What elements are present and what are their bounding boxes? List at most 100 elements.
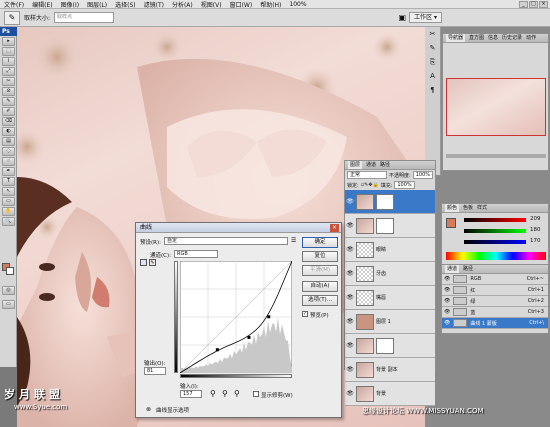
tab-styles[interactable]: 样式 bbox=[477, 204, 487, 212]
tab-histogram[interactable]: 直方图 bbox=[469, 34, 484, 42]
paragraph-icon[interactable]: ¶ bbox=[425, 83, 440, 97]
tab-layers[interactable]: 图层 bbox=[348, 161, 363, 169]
eye-icon[interactable]: 👁 bbox=[346, 270, 354, 277]
blend-mode-select[interactable]: 正常 bbox=[347, 171, 388, 179]
eye-icon[interactable]: 👁 bbox=[346, 390, 354, 397]
tool-slot-17-icon[interactable]: ✋ bbox=[2, 207, 15, 216]
tool-slot-15-icon[interactable]: ↖ bbox=[2, 187, 15, 196]
color-swatch-fg[interactable] bbox=[446, 218, 456, 228]
tool-slot-5-icon[interactable]: ⊘ bbox=[2, 87, 15, 96]
layer-row[interactable]: 👁 背景 bbox=[345, 382, 435, 406]
eye-icon[interactable]: 👁 bbox=[444, 287, 450, 293]
layer-row[interactable]: 👁 眼睛 bbox=[345, 238, 435, 262]
preset-select[interactable]: 自定 bbox=[164, 237, 288, 245]
color-blue-value[interactable]: 170 bbox=[530, 238, 541, 244]
tool-slot-3-icon[interactable]: ⤢ bbox=[2, 67, 15, 76]
tool-slot-16-icon[interactable]: ▭ bbox=[2, 197, 15, 206]
tab-actions[interactable]: 动作 bbox=[526, 34, 536, 42]
tool-slot-7-icon[interactable]: ✐ bbox=[2, 107, 15, 116]
tab-paths[interactable]: 路径 bbox=[463, 265, 473, 273]
show-clipping-checkbox[interactable] bbox=[253, 391, 259, 397]
layer-row[interactable]: 👁 牙齿 bbox=[345, 262, 435, 286]
channel-select[interactable]: RGB bbox=[174, 250, 218, 258]
quick-mask-icon[interactable]: ◎ bbox=[2, 286, 15, 295]
screen-mode-icon[interactable]: ▭ bbox=[2, 300, 15, 309]
tool-slot-1-icon[interactable]: ⬚ bbox=[2, 47, 15, 56]
brush-icon[interactable]: ✎ bbox=[425, 41, 440, 55]
eye-icon[interactable]: 👁 bbox=[444, 298, 450, 304]
workspace-icon[interactable]: ▣ bbox=[399, 13, 407, 22]
tool-slot-14-icon[interactable]: T bbox=[2, 177, 15, 186]
lock-icons[interactable]: ▫✎✥🔒 bbox=[361, 182, 379, 188]
layer-mask-thumbnail[interactable] bbox=[376, 217, 394, 234]
tool-slot-2-icon[interactable]: ⌇ bbox=[2, 57, 15, 66]
tool-slot-18-icon[interactable]: 🔍 bbox=[2, 217, 15, 226]
output-field[interactable]: 81 bbox=[144, 367, 166, 375]
auto-button[interactable]: 自动(A) bbox=[302, 281, 338, 292]
sample-size-select[interactable]: 取样点 bbox=[54, 12, 115, 23]
smooth-button[interactable]: 平滑(M) bbox=[302, 265, 338, 276]
color-spectrum-bar[interactable] bbox=[446, 252, 546, 260]
layer-name[interactable]: 图层 1 bbox=[376, 318, 391, 325]
eyedropper-preset-icon[interactable]: ✎ bbox=[4, 10, 20, 25]
channel-row[interactable]: 👁 绿 Ctrl+2 bbox=[442, 296, 548, 307]
eye-icon[interactable]: 👁 bbox=[346, 342, 354, 349]
clone-source-icon[interactable]: ⎘ bbox=[425, 55, 440, 69]
eye-icon[interactable]: 👁 bbox=[346, 366, 354, 373]
tab-history[interactable]: 历史记录 bbox=[502, 34, 522, 42]
navigator-zoom-slider[interactable] bbox=[446, 154, 546, 158]
menu-item-view[interactable]: 视图(V) bbox=[197, 0, 226, 9]
layer-row[interactable]: 👁 图层 1 bbox=[345, 310, 435, 334]
color-red-value[interactable]: 209 bbox=[530, 216, 541, 222]
preview-checkbox[interactable]: ✓ bbox=[302, 311, 308, 317]
tool-slot-6-icon[interactable]: ✎ bbox=[2, 97, 15, 106]
tool-slot-13-icon[interactable]: ✒ bbox=[2, 167, 15, 176]
character-icon[interactable]: A bbox=[425, 69, 440, 83]
layer-row[interactable]: 👁 嘴唇 bbox=[345, 286, 435, 310]
layer-mask-thumbnail[interactable] bbox=[376, 193, 394, 210]
eye-icon[interactable]: 👁 bbox=[346, 294, 354, 301]
tool-slot-8-icon[interactable]: ⌫ bbox=[2, 117, 15, 126]
color-green-value[interactable]: 180 bbox=[530, 227, 541, 233]
menu-item-image[interactable]: 图像(I) bbox=[57, 0, 83, 9]
ok-button[interactable]: 确定 bbox=[302, 237, 338, 248]
layer-row[interactable]: 👁 bbox=[345, 190, 435, 214]
menu-item-layer[interactable]: 图层(L) bbox=[83, 0, 111, 9]
color-red-slider[interactable] bbox=[464, 218, 526, 222]
menu-item-edit[interactable]: 编辑(E) bbox=[28, 0, 56, 9]
close-icon[interactable]: × bbox=[330, 224, 339, 232]
curve-display-options-label[interactable]: 曲线显示选项 bbox=[156, 406, 189, 414]
layer-row[interactable]: 👁 背景 副本 bbox=[345, 358, 435, 382]
channel-row[interactable]: 👁 曲线 1 蒙版 Ctrl+\ bbox=[442, 318, 548, 329]
tab-navigator[interactable]: 导航器 bbox=[446, 34, 466, 42]
expand-options-icon[interactable]: ⊗ bbox=[146, 406, 151, 413]
workspace-button[interactable]: 工作区 ▾ bbox=[409, 12, 442, 23]
input-field[interactable]: 157 bbox=[180, 390, 202, 398]
tool-slot-4-icon[interactable]: ✂ bbox=[2, 77, 15, 86]
layer-row[interactable]: 👁 bbox=[345, 334, 435, 358]
eye-icon[interactable]: 👁 bbox=[346, 246, 354, 253]
channel-row[interactable]: 👁 RGB Ctrl+~ bbox=[442, 274, 548, 285]
menu-item-help[interactable]: 帮助(H) bbox=[256, 0, 285, 9]
tool-slot-9-icon[interactable]: ◐ bbox=[2, 127, 15, 136]
layer-row[interactable]: 👁 bbox=[345, 214, 435, 238]
navigator-thumbnail[interactable] bbox=[446, 78, 546, 136]
maximize-button[interactable]: □ bbox=[529, 0, 538, 8]
reset-button[interactable]: 复位 bbox=[302, 251, 338, 262]
options-button[interactable]: 选项(T)... bbox=[302, 295, 338, 306]
curve-draw-mode-icon[interactable]: ✎ bbox=[149, 259, 156, 266]
tab-swatches[interactable]: 色板 bbox=[463, 204, 473, 212]
color-blue-slider[interactable] bbox=[464, 240, 526, 244]
layer-name[interactable]: 背景 副本 bbox=[376, 366, 398, 373]
background-color-swatch[interactable] bbox=[6, 267, 14, 275]
eye-icon[interactable]: 👁 bbox=[346, 222, 354, 229]
gray-eyedropper-icon[interactable]: ⚲ bbox=[222, 389, 228, 398]
menu-item-filter[interactable]: 滤镜(T) bbox=[140, 0, 168, 9]
zoom-readout[interactable]: 100% bbox=[285, 1, 310, 8]
tab-channels-2[interactable]: 通道 bbox=[366, 161, 376, 169]
layer-name[interactable]: 嘴唇 bbox=[376, 294, 386, 301]
tab-info[interactable]: 信息 bbox=[488, 34, 498, 42]
preset-options-icon[interactable]: ☰ bbox=[291, 237, 296, 244]
close-button[interactable]: × bbox=[539, 0, 548, 8]
tool-slot-10-icon[interactable]: ▤ bbox=[2, 137, 15, 146]
